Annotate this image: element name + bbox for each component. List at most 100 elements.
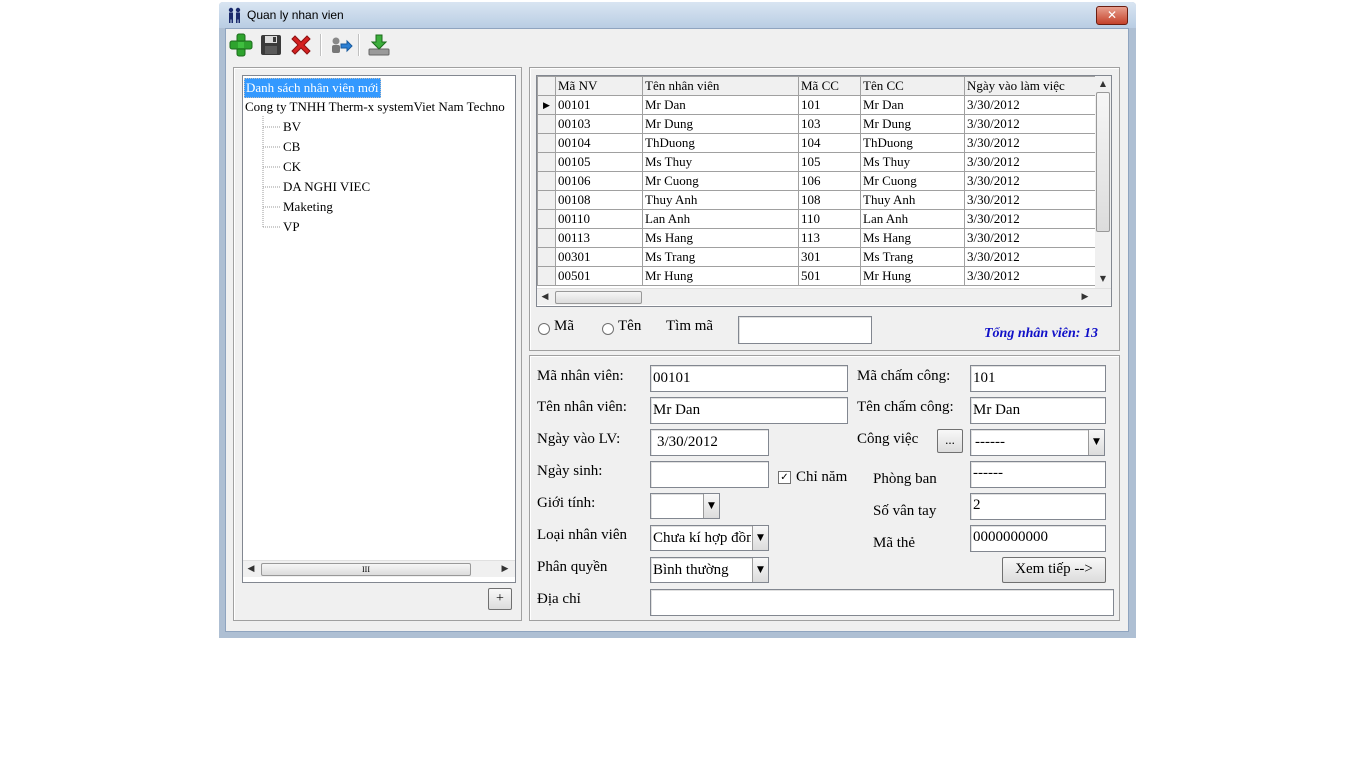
phan-quyen-select[interactable]: Bình thường ▼ xyxy=(650,557,769,583)
table-cell[interactable]: Mr Hung xyxy=(860,266,965,286)
row-header[interactable] xyxy=(537,171,556,191)
table-cell[interactable]: 00103 xyxy=(555,114,643,134)
download-icon[interactable] xyxy=(366,32,392,58)
table-cell[interactable]: Lan Anh xyxy=(642,209,799,229)
grid-scroll-thumb[interactable] xyxy=(1096,92,1110,232)
chevron-down-icon[interactable]: ▼ xyxy=(752,558,768,582)
row-header[interactable] xyxy=(537,266,556,286)
scroll-up-icon[interactable]: ▲ xyxy=(1096,77,1110,91)
title-bar[interactable]: Quan ly nhan vien ✕ xyxy=(219,2,1136,28)
ma-nv-field[interactable]: 00101 xyxy=(650,365,848,392)
table-cell[interactable]: 101 xyxy=(798,95,861,115)
table-cell[interactable]: 103 xyxy=(798,114,861,134)
table-row[interactable]: 00105 Ms Thuy 105 Ms Thuy 3/30/2012 xyxy=(537,152,1100,172)
scroll-left-icon[interactable]: ◀ xyxy=(244,562,258,576)
table-cell[interactable]: 3/30/2012 xyxy=(964,152,1100,172)
export-icon[interactable] xyxy=(327,32,353,58)
table-cell[interactable]: 00113 xyxy=(555,228,643,248)
tree-item-cb[interactable]: CB xyxy=(283,138,300,156)
search-input[interactable] xyxy=(738,316,872,344)
table-cell[interactable]: 3/30/2012 xyxy=(964,171,1100,191)
tree-item-ck[interactable]: CK xyxy=(283,158,301,176)
table-cell[interactable]: 00101 xyxy=(555,95,643,115)
phong-ban-field[interactable]: ------ xyxy=(970,461,1106,488)
table-cell[interactable]: Mr Cuong xyxy=(860,171,965,191)
loai-nv-select[interactable]: Chưa kí hợp đồng ▼ xyxy=(650,525,769,551)
table-cell[interactable]: 105 xyxy=(798,152,861,172)
table-row[interactable]: 00113 Ms Hang 113 Ms Hang 3/30/2012 xyxy=(537,228,1100,248)
radio-search-by-ten[interactable] xyxy=(602,323,614,335)
xem-tiep-button[interactable]: Xem tiếp --> xyxy=(1002,557,1106,583)
grid-vertical-scrollbar[interactable]: ▲ ▼ xyxy=(1095,76,1111,288)
column-header-ten-cc[interactable]: Tên CC xyxy=(860,76,965,96)
row-header[interactable]: ▶ xyxy=(537,95,556,115)
chevron-down-icon[interactable]: ▼ xyxy=(752,526,768,550)
table-cell[interactable]: 3/30/2012 xyxy=(964,133,1100,153)
ma-the-field[interactable]: 0000000000 xyxy=(970,525,1106,552)
table-cell[interactable]: ThDuong xyxy=(860,133,965,153)
table-cell[interactable]: Ms Thuy xyxy=(860,152,965,172)
table-row[interactable]: 00108 Thuy Anh 108 Thuy Anh 3/30/2012 xyxy=(537,190,1100,210)
tree-item-root[interactable]: Danh sách nhân viên mới xyxy=(244,78,381,98)
table-row[interactable]: 00501 Mr Hung 501 Mr Hung 3/30/2012 xyxy=(537,266,1100,286)
table-cell[interactable]: Ms Trang xyxy=(860,247,965,267)
tree-item-maketing[interactable]: Maketing xyxy=(283,198,333,216)
tree-item-bv[interactable]: BV xyxy=(283,118,301,136)
tree-item-company[interactable]: Cong ty TNHH Therm-x systemViet Nam Tech… xyxy=(245,98,505,116)
table-cell[interactable]: 00501 xyxy=(555,266,643,286)
table-row[interactable]: 00103 Mr Dung 103 Mr Dung 3/30/2012 xyxy=(537,114,1100,134)
table-cell[interactable]: 00104 xyxy=(555,133,643,153)
table-cell[interactable]: 00108 xyxy=(555,190,643,210)
ngay-vao-field[interactable]: 3/30/2012 xyxy=(650,429,769,456)
ten-nv-field[interactable]: Mr Dan xyxy=(650,397,848,424)
table-cell[interactable]: Thuy Anh xyxy=(642,190,799,210)
grid-horizontal-scrollbar[interactable]: ◀ ▶ xyxy=(537,288,1111,305)
grid-hscroll-thumb[interactable] xyxy=(555,291,642,304)
table-cell[interactable]: 3/30/2012 xyxy=(964,247,1100,267)
chi-nam-checkbox[interactable]: ✓ xyxy=(778,471,791,484)
table-cell[interactable]: 3/30/2012 xyxy=(964,95,1100,115)
table-cell[interactable]: 00301 xyxy=(555,247,643,267)
dia-chi-field[interactable] xyxy=(650,589,1114,616)
gioi-tinh-select[interactable]: ▼ xyxy=(650,493,720,519)
column-header-ngay-vao-lam-viec[interactable]: Ngày vào làm việc xyxy=(964,76,1100,96)
row-header[interactable] xyxy=(537,114,556,134)
row-header[interactable] xyxy=(537,209,556,229)
table-cell[interactable]: 3/30/2012 xyxy=(964,266,1100,286)
column-header-ma-nv[interactable]: Mã NV xyxy=(555,76,643,96)
column-header-ma-cc[interactable]: Mã CC xyxy=(798,76,861,96)
chevron-down-icon[interactable]: ▼ xyxy=(703,494,719,518)
table-cell[interactable]: Mr Dan xyxy=(642,95,799,115)
row-header[interactable] xyxy=(537,247,556,267)
cong-viec-browse-button[interactable]: ... xyxy=(937,429,963,453)
table-cell[interactable]: 108 xyxy=(798,190,861,210)
table-cell[interactable]: Mr Hung xyxy=(642,266,799,286)
scroll-down-icon[interactable]: ▼ xyxy=(1096,272,1110,286)
ngay-sinh-field[interactable] xyxy=(650,461,769,488)
table-cell[interactable]: 301 xyxy=(798,247,861,267)
row-header[interactable] xyxy=(537,228,556,248)
delete-icon[interactable] xyxy=(288,32,314,58)
table-cell[interactable]: 3/30/2012 xyxy=(964,114,1100,134)
table-row[interactable]: 00106 Mr Cuong 106 Mr Cuong 3/30/2012 xyxy=(537,171,1100,191)
cong-viec-select[interactable]: ------ ▼ xyxy=(970,429,1105,456)
table-cell[interactable]: Mr Cuong xyxy=(642,171,799,191)
column-header-ten-nhan-vien[interactable]: Tên nhân viên xyxy=(642,76,799,96)
table-cell[interactable]: 00110 xyxy=(555,209,643,229)
table-cell[interactable]: Ms Hang xyxy=(642,228,799,248)
ma-cc-field[interactable]: 101 xyxy=(970,365,1106,392)
table-cell[interactable]: 00106 xyxy=(555,171,643,191)
table-cell[interactable]: Mr Dung xyxy=(642,114,799,134)
table-cell[interactable]: 106 xyxy=(798,171,861,191)
table-cell[interactable]: Mr Dung xyxy=(860,114,965,134)
tree-item-vp[interactable]: VP xyxy=(283,218,300,236)
chevron-down-icon[interactable]: ▼ xyxy=(1088,430,1104,455)
tree-scroll-thumb[interactable]: III xyxy=(261,563,471,576)
table-cell[interactable]: Mr Dan xyxy=(860,95,965,115)
table-cell[interactable]: 104 xyxy=(798,133,861,153)
row-header[interactable] xyxy=(537,190,556,210)
row-header[interactable] xyxy=(537,152,556,172)
employee-grid[interactable]: Mã NV Tên nhân viên Mã CC Tên CC Ngày và… xyxy=(536,75,1112,307)
table-row[interactable]: 00301 Ms Trang 301 Ms Trang 3/30/2012 xyxy=(537,247,1100,267)
table-cell[interactable]: Ms Hang xyxy=(860,228,965,248)
